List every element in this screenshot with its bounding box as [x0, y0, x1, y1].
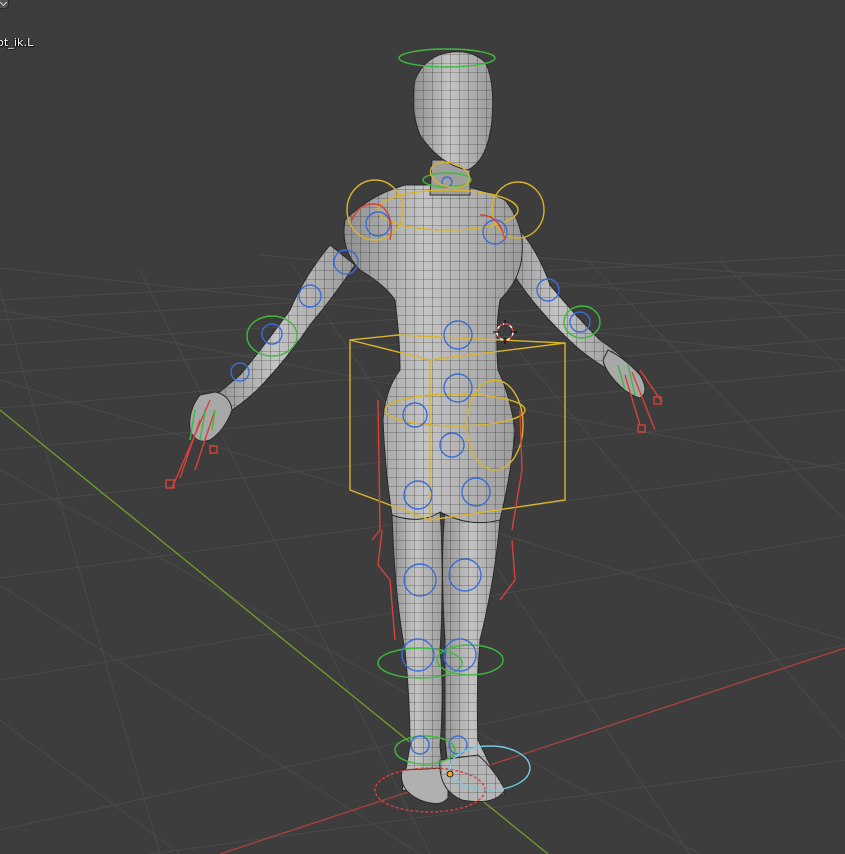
3d-viewport[interactable]: ot_ik.L — [0, 0, 845, 854]
object-origin-icon — [446, 770, 454, 778]
editor-type-menu-button[interactable] — [0, 0, 8, 8]
character-mesh[interactable] — [189, 51, 646, 804]
viewport-scene[interactable] — [0, 0, 845, 854]
chevron-down-icon — [0, 0, 8, 7]
active-object-label: ot_ik.L — [0, 36, 34, 49]
x-axis-line — [219, 647, 845, 854]
